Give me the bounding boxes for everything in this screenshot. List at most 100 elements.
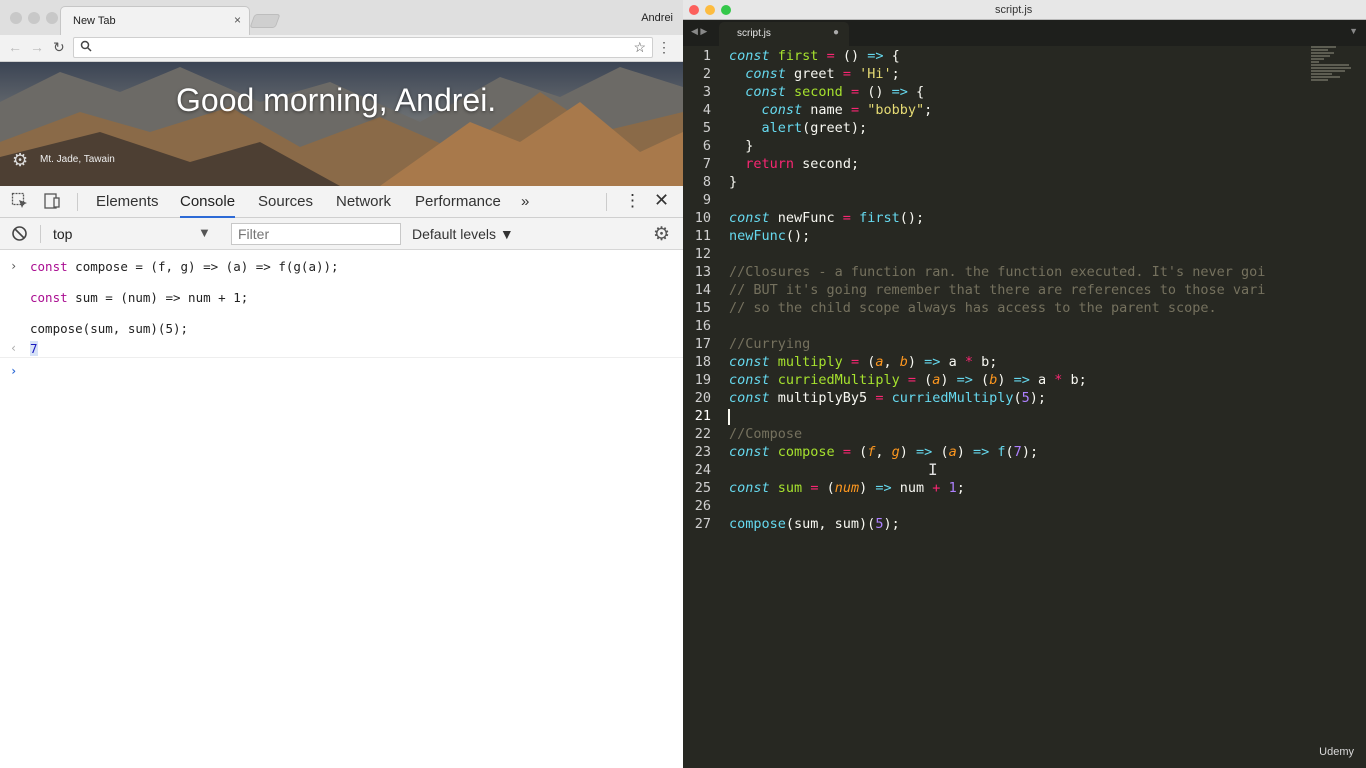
- console-filter-input[interactable]: [231, 223, 401, 245]
- close-devtools-icon[interactable]: ✕: [654, 190, 669, 211]
- code-line: const newFunc = first();: [729, 210, 925, 226]
- line-number: 16: [694, 318, 711, 334]
- bookmark-star-icon[interactable]: ☆: [633, 39, 646, 56]
- new-tab-button[interactable]: [249, 14, 281, 28]
- divider: [0, 357, 683, 358]
- line-number: 2: [702, 66, 711, 82]
- devtools-menu-icon[interactable]: ⋮: [624, 191, 641, 211]
- line-number: 15: [694, 300, 711, 316]
- address-bar[interactable]: ☆: [73, 37, 653, 58]
- line-number: 18: [694, 354, 711, 370]
- device-toolbar-icon[interactable]: [43, 192, 61, 215]
- line-number: 4: [702, 102, 711, 118]
- minimize-window-button[interactable]: [705, 5, 715, 15]
- line-number: 24: [694, 462, 711, 478]
- code-line: newFunc();: [729, 228, 811, 244]
- tab-label: script.js: [737, 28, 771, 39]
- line-number: 7: [702, 156, 711, 172]
- tab-new-tab[interactable]: New Tab ×: [60, 6, 250, 36]
- close-window-button[interactable]: [10, 12, 22, 24]
- code-line: }: [729, 174, 738, 190]
- browser-menu-icon[interactable]: ⋮: [657, 39, 671, 56]
- line-number: 11: [694, 228, 711, 244]
- tab-strip: New Tab × Andrei: [0, 0, 683, 36]
- code-comment: //Closures - a function ran. the functio…: [729, 264, 1266, 280]
- browser-toolbar: ← → ↻ ☆ ⋮: [0, 35, 683, 62]
- code-comment: // so the child scope always has access …: [729, 300, 1217, 316]
- tab-title: New Tab: [73, 15, 116, 27]
- line-number: 8: [702, 174, 711, 190]
- line-number: 26: [694, 498, 711, 514]
- more-tabs-icon[interactable]: »: [521, 193, 529, 210]
- toolbar-divider: [40, 225, 41, 243]
- line-number: 9: [702, 192, 711, 208]
- tab-performance[interactable]: Performance: [415, 193, 501, 210]
- udemy-watermark: Udemy: [1319, 746, 1354, 758]
- line-number: 1: [702, 48, 711, 64]
- log-levels-dropdown[interactable]: Default levels ▼: [412, 226, 514, 242]
- clear-console-icon[interactable]: [11, 225, 28, 247]
- code-line: const multiplyBy5 = curriedMultiply(5);: [729, 390, 1047, 406]
- code-line: compose(sum, sum)(5);: [729, 516, 900, 532]
- line-number: 23: [694, 444, 711, 460]
- line-number: 19: [694, 372, 711, 388]
- editor-window-title: script.js: [995, 4, 1033, 16]
- minimize-window-button[interactable]: [28, 12, 40, 24]
- line-number: 12: [694, 246, 711, 262]
- console-prompt-icon[interactable]: ›: [10, 364, 17, 378]
- code-line: const multiply = (a, b) => a * b;: [729, 354, 998, 370]
- line-number: 5: [702, 120, 711, 136]
- code-line: }: [729, 138, 754, 154]
- gear-icon[interactable]: ⚙: [12, 150, 28, 171]
- line-number: 20: [694, 390, 711, 406]
- editor-titlebar: script.js: [683, 0, 1366, 20]
- tab-console[interactable]: Console: [180, 193, 236, 218]
- console-result: 7: [30, 341, 38, 356]
- tab-close-icon[interactable]: ×: [234, 13, 241, 27]
- greeting-text: Good morning, Andrei.: [176, 82, 497, 118]
- code-line: return second;: [745, 156, 860, 172]
- context-selector[interactable]: top: [53, 226, 72, 242]
- forward-icon[interactable]: →: [30, 39, 44, 55]
- code-line: const compose = (f, g) => (a) => f(7);: [729, 444, 1039, 460]
- zoom-window-button[interactable]: [46, 12, 58, 24]
- console-output[interactable]: › const compose = (f, g) => (a) => f(g(a…: [0, 251, 683, 768]
- console-input-line: compose(sum, sum)(5);: [30, 321, 189, 336]
- console-toolbar: top ▼ Default levels ▼ ⚙: [0, 218, 683, 250]
- code-line: const first = () => {: [729, 48, 900, 64]
- zoom-window-button[interactable]: [721, 5, 731, 15]
- tab-elements[interactable]: Elements: [96, 193, 159, 210]
- code-area[interactable]: 1 2 3 4 5 6 7 8 9 10 11 12 13 14 15 16 1…: [683, 46, 1366, 768]
- code-comment: //Currying: [729, 336, 811, 352]
- tab-script-js[interactable]: script.js ●: [719, 22, 849, 46]
- line-number: 27: [694, 516, 711, 532]
- back-icon[interactable]: ←: [8, 39, 22, 55]
- new-tab-background: Good morning, Andrei. ⚙ Mt. Jade, Tawain: [0, 62, 683, 186]
- tab-sources[interactable]: Sources: [258, 193, 313, 210]
- console-settings-gear-icon[interactable]: ⚙: [653, 223, 670, 246]
- close-window-button[interactable]: [689, 5, 699, 15]
- sublime-editor-window: script.js ◀ ▶ script.js ● ▼ 1 2 3 4 5 6 …: [683, 0, 1366, 768]
- mountain-image: [0, 67, 683, 186]
- tab-menu-icon[interactable]: ▼: [1349, 26, 1358, 36]
- code-line: const sum = (num) => num + 1;: [729, 480, 965, 496]
- code-line: const second = () => {: [745, 84, 925, 100]
- code-line: const curriedMultiply = (a) => (b) => a …: [729, 372, 1087, 388]
- profile-name[interactable]: Andrei: [641, 12, 673, 24]
- code-comment: // BUT it's going remember that there ar…: [729, 282, 1266, 298]
- tab-nav-arrows-icon[interactable]: ◀ ▶: [691, 26, 707, 37]
- code-line: const name = "bobby";: [761, 102, 933, 118]
- reload-icon[interactable]: ↻: [53, 39, 65, 56]
- line-number: 14: [694, 282, 711, 298]
- context-dropdown-icon[interactable]: ▼: [198, 225, 211, 240]
- tab-network[interactable]: Network: [336, 193, 391, 210]
- line-number: 10: [694, 210, 711, 226]
- code-line: const greet = 'Hi';: [745, 66, 900, 82]
- photo-location: Mt. Jade, Tawain: [40, 154, 115, 165]
- minimap[interactable]: [1311, 46, 1353, 94]
- console-input-line: const sum = (num) => num + 1;: [30, 290, 249, 305]
- unsaved-dot-icon[interactable]: ●: [833, 27, 839, 38]
- code-line: alert(greet);: [761, 120, 868, 136]
- line-number: 17: [694, 336, 711, 352]
- inspect-element-icon[interactable]: [11, 192, 29, 215]
